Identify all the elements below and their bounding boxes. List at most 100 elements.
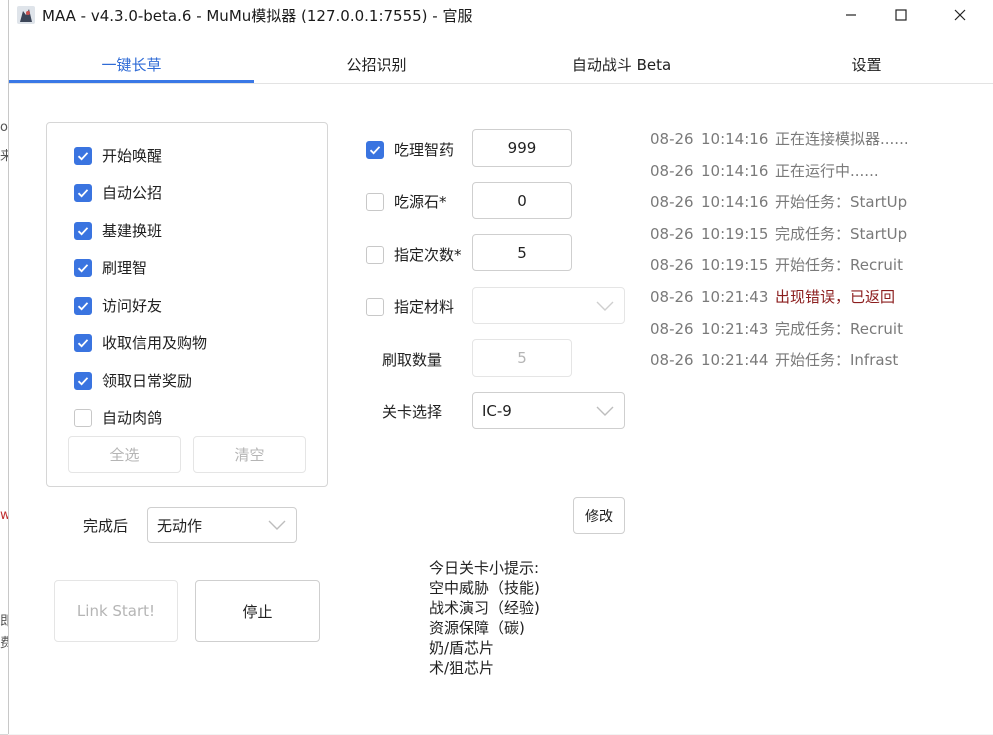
check-icon: [77, 188, 89, 197]
chevron-down-icon: [596, 406, 614, 416]
log-date: 08-26: [650, 162, 694, 180]
log-date: 08-26: [650, 193, 694, 211]
tab-settings[interactable]: 设置: [744, 48, 989, 81]
stage-select[interactable]: IC-9: [472, 392, 625, 429]
medicine-count-input[interactable]: 999: [472, 129, 572, 167]
stage-tip-line: 空中威胁（技能): [429, 579, 540, 597]
task-item-startup[interactable]: 开始唤醒: [74, 145, 162, 166]
checkbox[interactable]: [74, 408, 92, 427]
maximize-button[interactable]: [878, 0, 924, 30]
tab-daily[interactable]: 一键长草: [9, 48, 254, 81]
title-bar[interactable]: MAA - v4.3.0-beta.6 - MuMu模拟器 (127.0.0.1…: [9, 0, 993, 30]
log-message: 开始任务：StartUp: [775, 193, 908, 211]
log-time: 10:19:15: [701, 225, 769, 243]
log-time: 10:21:44: [701, 351, 769, 369]
log-time: 10:14:16: [701, 162, 769, 180]
times-count-input[interactable]: 5: [472, 234, 572, 271]
checkbox[interactable]: [74, 258, 92, 277]
task-item-recruit[interactable]: 自动公招: [74, 182, 162, 203]
stage-tips: 今日关卡小提示: 空中威胁（技能) 战术演习（经验) 资源保障（碳) 奶/盾芯片…: [429, 558, 540, 678]
after-complete-select[interactable]: 无动作: [147, 507, 297, 543]
clear-button[interactable]: 清空: [193, 436, 306, 473]
stone-count-input[interactable]: 0: [472, 182, 572, 219]
after-complete-value: 无动作: [157, 516, 203, 535]
main-window: MAA - v4.3.0-beta.6 - MuMu模拟器 (127.0.0.1…: [8, 0, 993, 734]
use-medicine-label: 吃理智药: [394, 141, 455, 159]
checkbox[interactable]: [366, 192, 384, 211]
check-icon: [77, 263, 89, 272]
task-item-fight[interactable]: 刷理智: [74, 257, 147, 278]
checkbox[interactable]: [366, 140, 384, 159]
task-item-mall[interactable]: 收取信用及购物: [74, 332, 207, 353]
stage-tip-line: 术/狙芯片: [429, 659, 495, 677]
task-list-panel: 开始唤醒 自动公招 基建换班 刷理智 访问好友 收取信用及购物 领取日常奖励 自…: [46, 122, 328, 487]
minimize-button[interactable]: [828, 0, 874, 30]
task-label: 基建换班: [102, 222, 163, 240]
task-item-roguelike[interactable]: 自动肉鸽: [74, 407, 162, 428]
tab-auto-battle[interactable]: 自动战斗 Beta: [499, 48, 744, 81]
task-item-infrast[interactable]: 基建换班: [74, 220, 162, 241]
checkbox[interactable]: [74, 371, 92, 390]
log-entry: 08-26 10:14:16 正在连接模拟器......: [650, 128, 909, 149]
active-tab-indicator: [9, 80, 254, 83]
checkbox[interactable]: [74, 183, 92, 202]
check-icon: [77, 151, 89, 160]
stage-select-label: 关卡选择: [382, 403, 443, 421]
log-message: 开始任务：Infrast: [775, 351, 899, 369]
log-time: 10:14:16: [701, 193, 769, 211]
log-message: 正在连接模拟器......: [775, 130, 909, 148]
log-time: 10:19:15: [701, 256, 769, 274]
log-date: 08-26: [650, 256, 694, 274]
close-icon: [954, 9, 966, 21]
link-start-button[interactable]: Link Start!: [54, 580, 178, 642]
material-select[interactable]: [472, 287, 625, 324]
task-label: 收取信用及购物: [102, 334, 208, 352]
tab-recruit[interactable]: 公招识别: [254, 48, 499, 81]
use-medicine-option[interactable]: 吃理智药: [366, 139, 454, 160]
check-icon: [77, 376, 89, 385]
check-icon: [77, 226, 89, 235]
log-date: 08-26: [650, 130, 694, 148]
log-time: 10:21:43: [701, 288, 769, 306]
close-button[interactable]: [937, 0, 983, 30]
checkbox[interactable]: [74, 333, 92, 352]
maximize-icon: [895, 9, 907, 21]
log-message: 完成任务：StartUp: [775, 225, 908, 243]
log-entry: 08-26 10:14:16 开始任务：StartUp: [650, 191, 907, 212]
chevron-down-icon: [596, 301, 614, 311]
modify-button[interactable]: 修改: [573, 497, 625, 534]
task-label: 自动公招: [102, 184, 163, 202]
task-item-visit[interactable]: 访问好友: [74, 295, 162, 316]
minimize-icon: [846, 14, 856, 16]
task-item-award[interactable]: 领取日常奖励: [74, 370, 192, 391]
task-label: 开始唤醒: [102, 147, 163, 165]
checkbox[interactable]: [74, 146, 92, 165]
specify-material-label: 指定材料: [394, 298, 455, 316]
window-title: MAA - v4.3.0-beta.6 - MuMu模拟器 (127.0.0.1…: [42, 7, 473, 25]
use-stone-option[interactable]: 吃源石*: [366, 191, 447, 212]
stop-button[interactable]: 停止: [195, 580, 320, 642]
log-entry-error: 08-26 10:21:43 出现错误，已返回: [650, 286, 895, 307]
log-entry: 08-26 10:19:15 开始任务：Recruit: [650, 254, 903, 275]
background-window-strip: o 来 w 即 费: [0, 0, 13, 735]
task-label: 自动肉鸽: [102, 409, 163, 427]
log-time: 10:14:16: [701, 130, 769, 148]
task-label: 领取日常奖励: [102, 372, 193, 390]
specify-material-option[interactable]: 指定材料: [366, 296, 454, 317]
specify-times-option[interactable]: 指定次数*: [366, 244, 462, 265]
checkbox[interactable]: [74, 221, 92, 240]
use-stone-label: 吃源石*: [394, 193, 447, 211]
log-time: 10:21:43: [701, 320, 769, 338]
stage-tip-line: 资源保障（碳): [429, 619, 525, 637]
after-complete-label: 完成后: [83, 517, 129, 535]
log-date: 08-26: [650, 225, 694, 243]
stage-tip-line: 战术演习（经验): [429, 599, 540, 617]
select-all-button[interactable]: 全选: [68, 436, 181, 473]
checkbox[interactable]: [366, 297, 384, 316]
log-date: 08-26: [650, 351, 694, 369]
log-message: 完成任务：Recruit: [775, 320, 903, 338]
check-icon: [369, 145, 381, 154]
checkbox[interactable]: [366, 245, 384, 264]
checkbox[interactable]: [74, 296, 92, 315]
drop-count-input[interactable]: 5: [472, 339, 572, 377]
